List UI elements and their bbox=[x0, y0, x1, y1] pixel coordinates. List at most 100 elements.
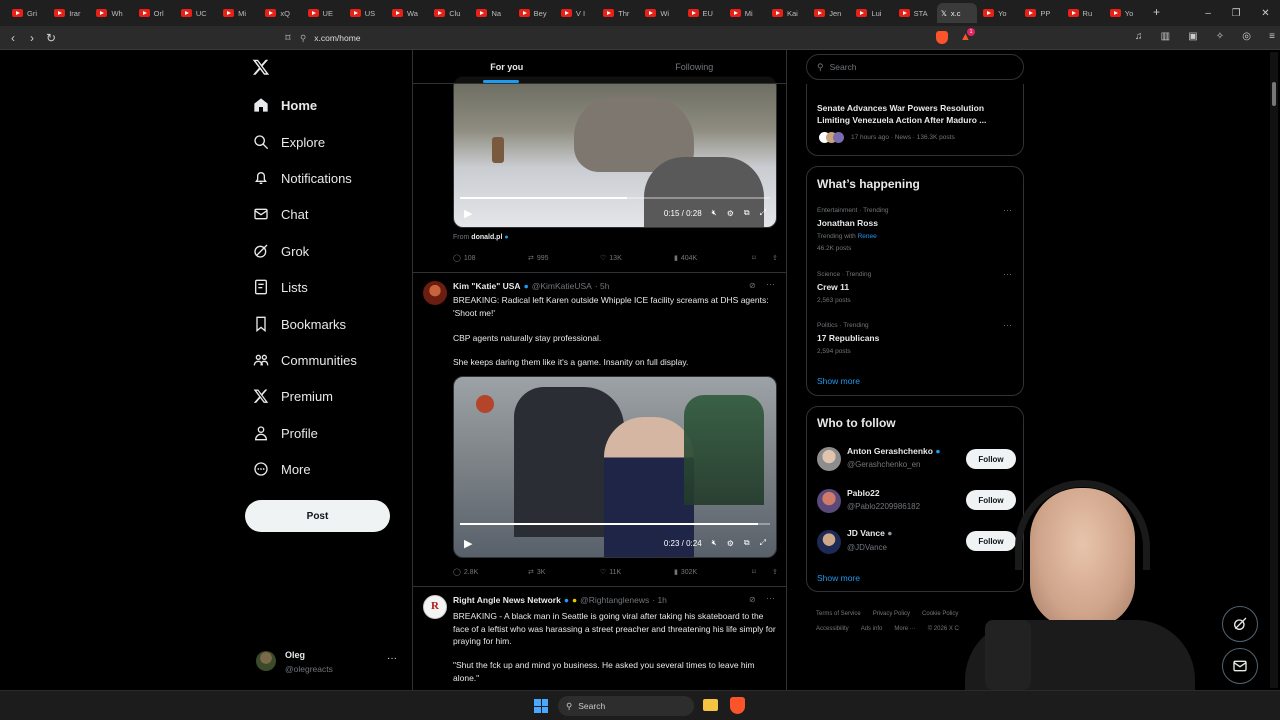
avatar[interactable] bbox=[423, 281, 447, 305]
like-button[interactable]: ♡ 13K bbox=[600, 254, 674, 263]
browser-tab[interactable]: V I bbox=[557, 3, 597, 23]
footer-link[interactable]: Accessibility bbox=[816, 622, 849, 637]
browser-tab[interactable]: PP bbox=[1021, 3, 1061, 23]
fullscreen-icon[interactable]: ⤢ bbox=[760, 538, 766, 548]
more-dots-icon[interactable]: ··· bbox=[1003, 320, 1012, 330]
grok-fab[interactable] bbox=[1222, 606, 1258, 642]
nav-item-notifications[interactable]: Notifications bbox=[253, 165, 352, 191]
like-button[interactable]: ♡ 11K bbox=[600, 568, 674, 577]
browser-tab[interactable]: UC bbox=[177, 3, 217, 23]
browser-tab[interactable]: Jen bbox=[810, 3, 850, 23]
author-name[interactable]: Kim "Katie" USA bbox=[453, 281, 521, 291]
play-icon[interactable]: ▶ bbox=[464, 537, 472, 550]
share-icon[interactable]: ⇪ bbox=[772, 254, 778, 262]
browser-tab[interactable]: Lui bbox=[852, 3, 892, 23]
video-player[interactable]: ▶ 0:15 / 0:28 🔇︎ ⚙︎ ⧉ ⤢ bbox=[453, 76, 777, 228]
close-window-icon[interactable]: ✕ bbox=[1261, 8, 1269, 19]
avatar[interactable]: R bbox=[423, 595, 447, 619]
browser-tab[interactable]: Mi bbox=[726, 3, 766, 23]
site-info-icon[interactable]: ⚲ bbox=[300, 33, 306, 44]
new-tab-button[interactable]: + bbox=[1153, 5, 1160, 19]
nav-item-premium[interactable]: Premium bbox=[253, 383, 333, 409]
browser-tab[interactable]: Na bbox=[472, 3, 512, 23]
x-logo[interactable] bbox=[252, 58, 272, 78]
wallet-icon[interactable]: ▣ bbox=[1188, 31, 1197, 42]
footer-link[interactable]: Privacy Policy bbox=[873, 607, 910, 622]
show-more-link[interactable]: Show more bbox=[817, 573, 860, 583]
scrollbar-thumb[interactable] bbox=[1272, 82, 1276, 106]
tab-following[interactable]: Following bbox=[601, 50, 787, 83]
browser-tab[interactable]: Irar bbox=[50, 3, 90, 23]
more-dots-icon[interactable]: ··· bbox=[766, 279, 775, 289]
fullscreen-icon[interactable]: ⤢ bbox=[760, 208, 766, 218]
mute-icon[interactable]: 🔇︎ bbox=[712, 208, 717, 218]
account-switcher[interactable]: Oleg @olegreacts ··· bbox=[252, 645, 402, 681]
grok-tweet-icon[interactable]: ⊘ bbox=[749, 281, 756, 290]
browser-tab[interactable]: Ru bbox=[1064, 3, 1104, 23]
bookmark-icon[interactable]: ⌑ bbox=[752, 568, 772, 576]
more-dots-icon[interactable]: ··· bbox=[1003, 269, 1012, 279]
nav-item-lists[interactable]: Lists bbox=[253, 274, 308, 300]
repost-button[interactable]: ⇄ 3K bbox=[528, 568, 600, 577]
file-explorer-icon[interactable] bbox=[703, 699, 718, 711]
follow-button[interactable]: Follow bbox=[966, 449, 1016, 469]
trend-item[interactable]: Science · Trending Crew 11 2,563 posts ·… bbox=[807, 267, 1025, 307]
views-button[interactable]: ▮ 302K bbox=[674, 568, 752, 577]
sidebar-icon[interactable]: ▥ bbox=[1161, 31, 1170, 42]
settings-icon[interactable]: ⚙︎ bbox=[727, 539, 734, 548]
address-bar[interactable]: ⚲ x.com/home bbox=[300, 29, 980, 47]
maximize-icon[interactable]: ❐ bbox=[1232, 8, 1241, 19]
browser-tab[interactable]: US bbox=[346, 3, 386, 23]
author-handle[interactable]: @KimKatieUSA bbox=[532, 281, 592, 291]
windows-start-icon[interactable] bbox=[534, 699, 548, 713]
browser-tab[interactable]: STA bbox=[895, 3, 935, 23]
reply-button[interactable]: ◯ 2.8K bbox=[453, 568, 528, 577]
footer-link[interactable]: Ads info bbox=[861, 622, 883, 637]
nav-item-chat[interactable]: Chat bbox=[253, 201, 308, 227]
menu-icon[interactable]: ≡ bbox=[1269, 31, 1275, 42]
browser-tab[interactable]: Wa bbox=[388, 3, 428, 23]
nav-item-grok[interactable]: Grok bbox=[253, 238, 309, 264]
footer-link[interactable]: More ··· bbox=[894, 622, 915, 637]
settings-icon[interactable]: ⚙︎ bbox=[727, 209, 734, 218]
repost-button[interactable]: ⇄ 995 bbox=[528, 254, 600, 263]
show-more-link[interactable]: Show more bbox=[817, 376, 860, 386]
browser-tab[interactable]: UE bbox=[304, 3, 344, 23]
grok-tweet-icon[interactable]: ⊘ bbox=[749, 595, 756, 604]
more-dots-icon[interactable]: ··· bbox=[766, 593, 775, 603]
more-dots-icon[interactable]: ··· bbox=[1003, 205, 1012, 215]
search-input[interactable]: ⚲ Search bbox=[806, 54, 1024, 80]
browser-tab[interactable]: Wh bbox=[92, 3, 132, 23]
bookmark-icon[interactable]: ⌑ bbox=[752, 254, 772, 262]
tweet-time[interactable]: · 1h bbox=[652, 595, 667, 605]
browser-tab[interactable]: Yo bbox=[979, 3, 1019, 23]
messages-fab[interactable] bbox=[1222, 648, 1258, 684]
nav-item-home[interactable]: Home bbox=[253, 92, 317, 118]
brave-shield-icon[interactable] bbox=[936, 31, 948, 44]
browser-tab[interactable]: Clu bbox=[430, 3, 470, 23]
nav-item-bookmarks[interactable]: Bookmarks bbox=[253, 311, 346, 337]
browser-tab[interactable]: Kai bbox=[768, 3, 808, 23]
browser-tab[interactable]: Wi bbox=[641, 3, 681, 23]
back-icon[interactable]: ‹ bbox=[6, 30, 20, 46]
post-button[interactable]: Post bbox=[245, 500, 390, 532]
bookmark-page-icon[interactable]: ⌑ bbox=[281, 30, 295, 46]
from-source[interactable]: donald.pl bbox=[471, 234, 502, 241]
browser-tab[interactable]: EU bbox=[684, 3, 724, 23]
author-handle[interactable]: @Rightanglenews bbox=[580, 595, 649, 605]
pip-icon[interactable]: ⧉ bbox=[744, 208, 750, 218]
reload-icon[interactable]: ↻ bbox=[44, 30, 58, 46]
browser-tab[interactable]: Bey bbox=[515, 3, 555, 23]
tab-for-you[interactable]: For you bbox=[413, 50, 601, 83]
brave-browser-icon[interactable] bbox=[730, 697, 745, 714]
browser-tab[interactable]: xQ bbox=[261, 3, 301, 23]
play-icon[interactable]: ▶ bbox=[464, 207, 472, 220]
leo-icon[interactable]: ✧ bbox=[1216, 31, 1224, 42]
trend-item[interactable]: Entertainment · Trending Jonathan Ross T… bbox=[807, 203, 1025, 259]
mute-icon[interactable]: 🔇︎ bbox=[712, 538, 717, 548]
browser-tab[interactable]: 𝕏x.c bbox=[936, 3, 978, 23]
nav-item-communities[interactable]: Communities bbox=[253, 347, 357, 373]
video-progress-track[interactable] bbox=[460, 197, 770, 199]
footer-link[interactable]: Terms of Service bbox=[816, 607, 861, 622]
nav-item-explore[interactable]: Explore bbox=[253, 129, 325, 155]
